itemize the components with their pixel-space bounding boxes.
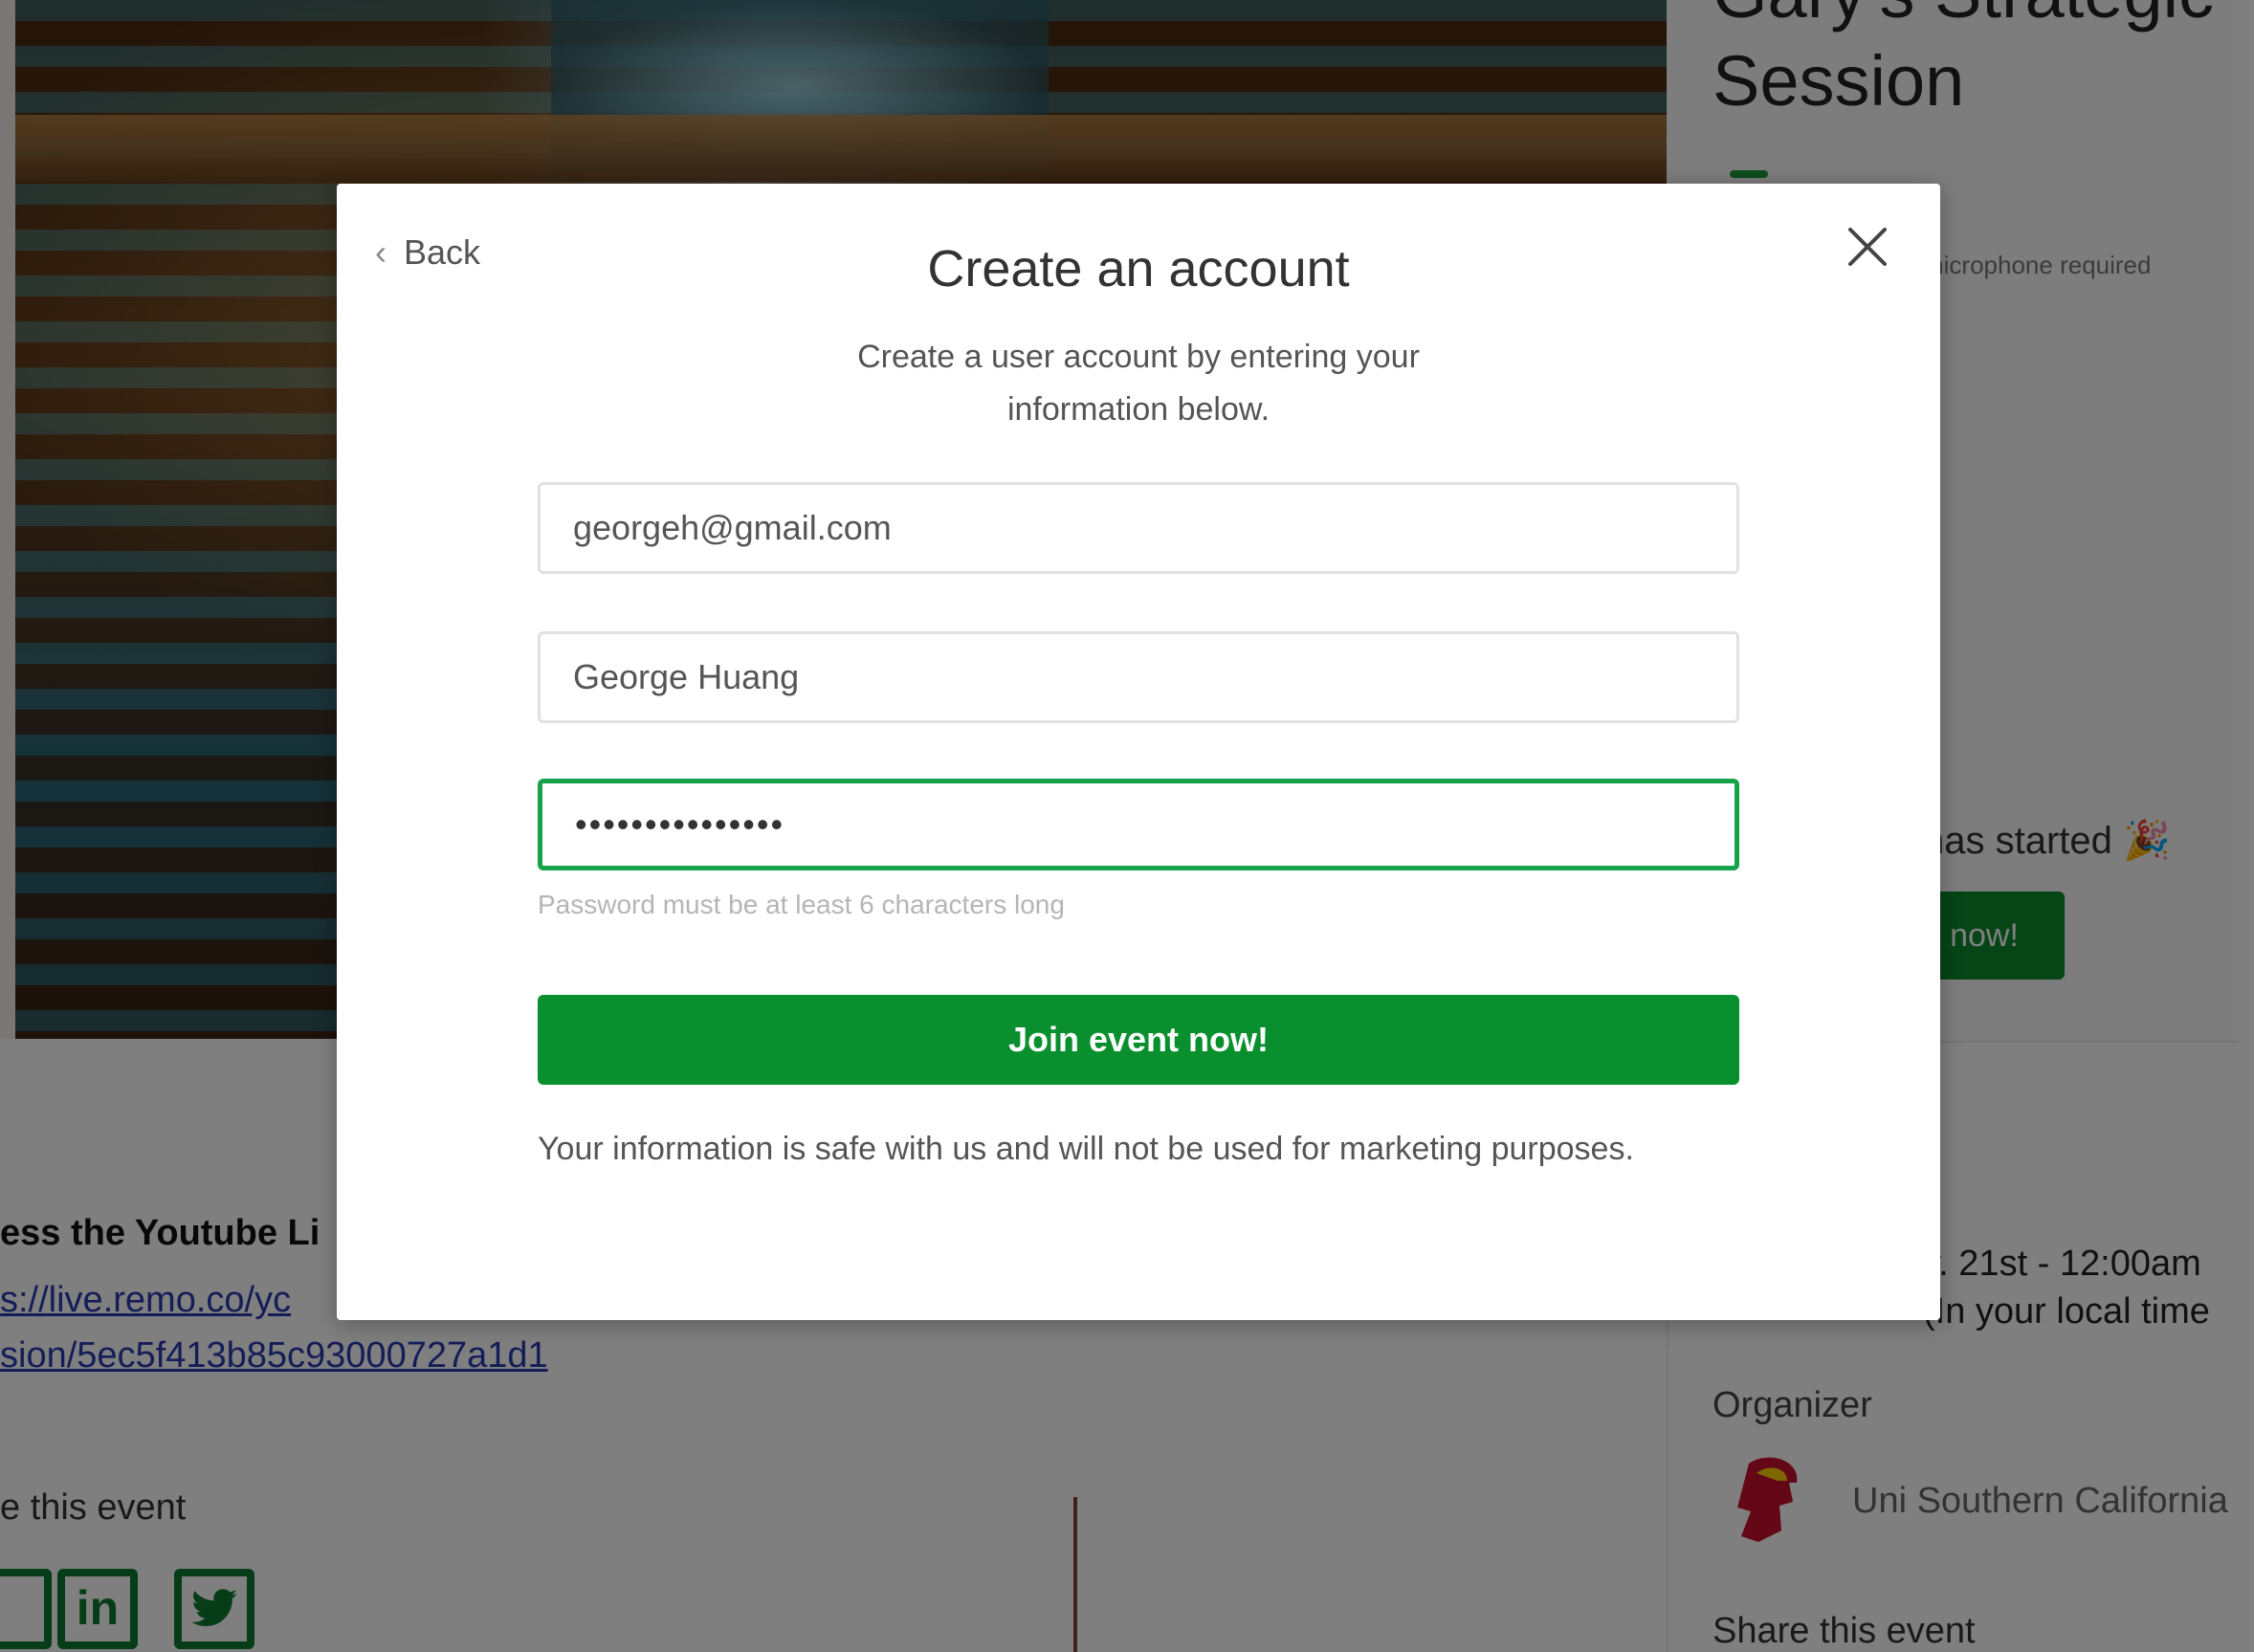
join-event-button[interactable]: Join event now! <box>538 995 1739 1085</box>
create-account-modal: ‹ Back Create an account Create a user a… <box>337 184 1940 1320</box>
password-field[interactable] <box>538 779 1739 870</box>
name-field[interactable] <box>538 631 1739 723</box>
password-hint: Password must be at least 6 characters l… <box>538 890 1065 919</box>
modal-subtitle: Create a user account by entering your i… <box>857 339 1420 428</box>
modal-title: Create an account <box>927 240 1350 297</box>
email-field[interactable] <box>538 482 1739 574</box>
privacy-note: Your information is safe with us and wil… <box>538 1131 1634 1167</box>
